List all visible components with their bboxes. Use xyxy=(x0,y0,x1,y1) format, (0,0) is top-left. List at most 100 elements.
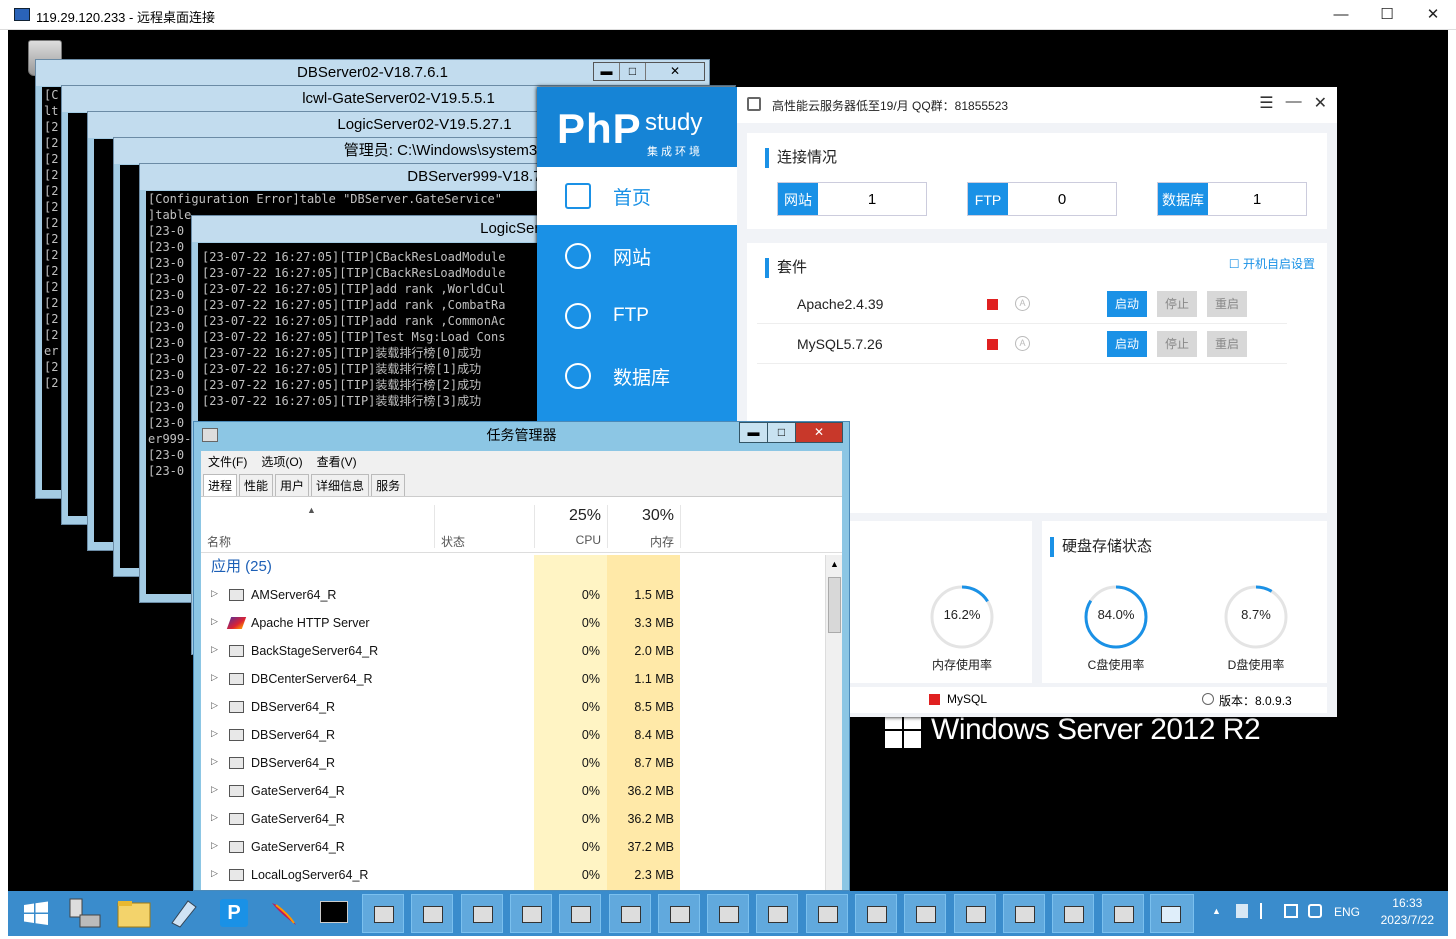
phpstudy-minimize-button[interactable]: — xyxy=(1286,93,1302,113)
tm-maximize-button[interactable]: □ xyxy=(768,423,796,442)
rdp-maximize-button[interactable]: ☐ xyxy=(1364,0,1410,30)
process-row[interactable]: ▷ AMServer64_R 0% 1.5 MB xyxy=(201,581,821,609)
task-manager-window[interactable]: 任务管理器 ▬ □ ✕ 文件(F) 选项(O) 查看(V) 进程 性能 用户 详… xyxy=(193,421,850,891)
taskbar-console-window[interactable] xyxy=(411,894,454,933)
taskbar-console-window[interactable] xyxy=(608,894,651,933)
apache-start-button[interactable]: 启动 xyxy=(1107,291,1147,317)
gauge-value: 8.7% xyxy=(1241,607,1271,622)
apache-taskbar-icon[interactable] xyxy=(262,893,306,933)
taskbar-console-window[interactable] xyxy=(805,894,848,933)
expand-chevron-icon[interactable]: ▷ xyxy=(211,812,218,823)
expand-chevron-icon[interactable]: ▷ xyxy=(211,588,218,599)
process-memory: 1.1 MB xyxy=(634,672,674,686)
taskbar-console-window[interactable] xyxy=(362,894,404,933)
status-indicator xyxy=(987,299,998,310)
language-indicator[interactable]: ENG xyxy=(1334,905,1360,919)
process-row[interactable]: ▷ GateServer64_R 0% 36.2 MB xyxy=(201,805,821,833)
console-maximize-button[interactable]: □ xyxy=(620,63,646,80)
network-icon[interactable] xyxy=(1284,904,1298,918)
expand-chevron-icon[interactable]: ▷ xyxy=(211,756,218,767)
process-cpu: 0% xyxy=(581,812,600,826)
console-close-button[interactable]: ✕ xyxy=(646,63,704,80)
expand-chevron-icon[interactable]: ▷ xyxy=(211,728,218,739)
file-explorer-icon[interactable] xyxy=(112,893,156,933)
apache-restart-button[interactable]: 重启 xyxy=(1207,291,1247,317)
tm-minimize-button[interactable]: ▬ xyxy=(740,423,768,442)
expand-chevron-icon[interactable]: ▷ xyxy=(211,672,218,683)
menu-button[interactable]: ☰ xyxy=(1259,93,1273,113)
taskbar-console-window[interactable] xyxy=(1002,894,1045,933)
process-row[interactable]: ▷ GateServer64_R 0% 36.2 MB xyxy=(201,777,821,805)
process-window-icon xyxy=(229,673,244,685)
phpstudy-taskbar-icon[interactable]: P xyxy=(212,893,256,933)
tm-scrollbar[interactable]: ▲ xyxy=(825,555,842,890)
nav-home[interactable]: 首页 xyxy=(537,167,737,225)
process-row[interactable]: ▷ DBServer64_R 0% 8.4 MB xyxy=(201,721,821,749)
process-row[interactable]: ▷ GateServer64_R 0% 37.2 MB xyxy=(201,833,821,861)
process-window-icon xyxy=(229,645,244,657)
expand-chevron-icon[interactable]: ▷ xyxy=(211,616,218,627)
nav-website[interactable]: 网站 xyxy=(537,227,737,285)
rdp-title-bar[interactable]: 119.29.120.233 - 远程桌面连接 — ☐ ✕ xyxy=(0,0,1456,30)
volume-muted-icon[interactable] xyxy=(1308,904,1322,918)
start-button[interactable] xyxy=(14,893,58,933)
expand-chevron-icon[interactable]: ▷ xyxy=(211,644,218,655)
server-manager-icon[interactable] xyxy=(62,893,106,933)
mysql-stop-button[interactable]: 停止 xyxy=(1157,331,1197,357)
taskbar-console-window[interactable] xyxy=(657,894,700,933)
rdp-minimize-button[interactable]: — xyxy=(1318,0,1364,30)
info-icon xyxy=(1202,693,1214,705)
process-cpu: 0% xyxy=(581,868,600,882)
tray-app-icon[interactable] xyxy=(1236,904,1248,918)
nav-ftp[interactable]: FTP xyxy=(537,287,737,345)
process-window-icon xyxy=(229,813,244,825)
mysql-restart-button[interactable]: 重启 xyxy=(1207,331,1247,357)
taskbar: P ▲ ENG 16:33 2023/7/22 xyxy=(8,891,1448,936)
phpstudy-close-button[interactable]: ✕ xyxy=(1314,93,1327,113)
mysql-start-button[interactable]: 启动 xyxy=(1107,331,1147,357)
expand-chevron-icon[interactable]: ▷ xyxy=(211,840,218,851)
announcement[interactable]: 高性能云服务器低至19/月 QQ群：81855523 xyxy=(772,97,1008,114)
autostart-setting[interactable]: ☐ 开机自启设置 xyxy=(1229,255,1315,272)
auto-icon[interactable]: A xyxy=(1015,336,1030,351)
taskbar-console-window[interactable] xyxy=(855,894,897,933)
tray-expand-icon[interactable]: ▲ xyxy=(1212,906,1221,916)
process-row[interactable]: ▷ DBCenterServer64_R 0% 1.1 MB xyxy=(201,665,821,693)
process-row[interactable]: ▷ DBServer64_R 0% 8.7 MB xyxy=(201,749,821,777)
tm-close-button[interactable]: ✕ xyxy=(796,423,842,442)
taskbar-console-window[interactable] xyxy=(904,894,947,933)
process-row[interactable]: ▷ DBServer64_R 0% 8.5 MB xyxy=(201,693,821,721)
taskbar-console-window[interactable] xyxy=(953,894,996,933)
apache-stop-button[interactable]: 停止 xyxy=(1157,291,1197,317)
taskmgr-taskbar-icon[interactable] xyxy=(1150,894,1194,933)
taskbar-console-window[interactable] xyxy=(460,894,503,933)
taskbar-console-window[interactable] xyxy=(1052,894,1095,933)
scroll-thumb[interactable] xyxy=(828,577,841,633)
speaker-icon xyxy=(747,97,761,111)
expand-chevron-icon[interactable]: ▷ xyxy=(211,868,218,879)
process-name: GateServer64_R xyxy=(251,840,345,854)
process-memory: 8.5 MB xyxy=(634,700,674,714)
expand-chevron-icon[interactable]: ▷ xyxy=(211,784,218,795)
taskbar-console-window[interactable] xyxy=(1101,894,1144,933)
clock[interactable]: 16:33 2023/7/22 xyxy=(1381,895,1434,929)
process-row[interactable]: ▷ LocalLogServer64_R 0% 2.3 MB xyxy=(201,861,821,889)
console-minimize-button[interactable]: ▬ xyxy=(594,63,620,80)
taskbar-console-window[interactable] xyxy=(756,894,799,933)
process-memory: 36.2 MB xyxy=(627,784,674,798)
notepad-icon[interactable] xyxy=(162,893,206,933)
rdp-close-button[interactable]: ✕ xyxy=(1410,0,1456,30)
flag-icon[interactable] xyxy=(1260,903,1272,919)
gauge-label: D盘使用率 xyxy=(1227,658,1285,672)
nav-database[interactable]: 数据库 xyxy=(537,347,737,405)
conn-website: 网站 1 xyxy=(777,182,927,216)
process-row[interactable]: ▷ BackStageServer64_R 0% 2.0 MB xyxy=(201,637,821,665)
cmd-taskbar-icon[interactable] xyxy=(312,893,356,933)
process-row[interactable]: ▷ Apache HTTP Server 0% 3.3 MB xyxy=(201,609,821,637)
taskbar-console-window[interactable] xyxy=(509,894,552,933)
taskbar-console-window[interactable] xyxy=(559,894,602,933)
auto-icon[interactable]: A xyxy=(1015,296,1030,311)
expand-chevron-icon[interactable]: ▷ xyxy=(211,700,218,711)
taskbar-console-window[interactable] xyxy=(707,894,750,933)
scroll-up-icon[interactable]: ▲ xyxy=(830,559,839,569)
